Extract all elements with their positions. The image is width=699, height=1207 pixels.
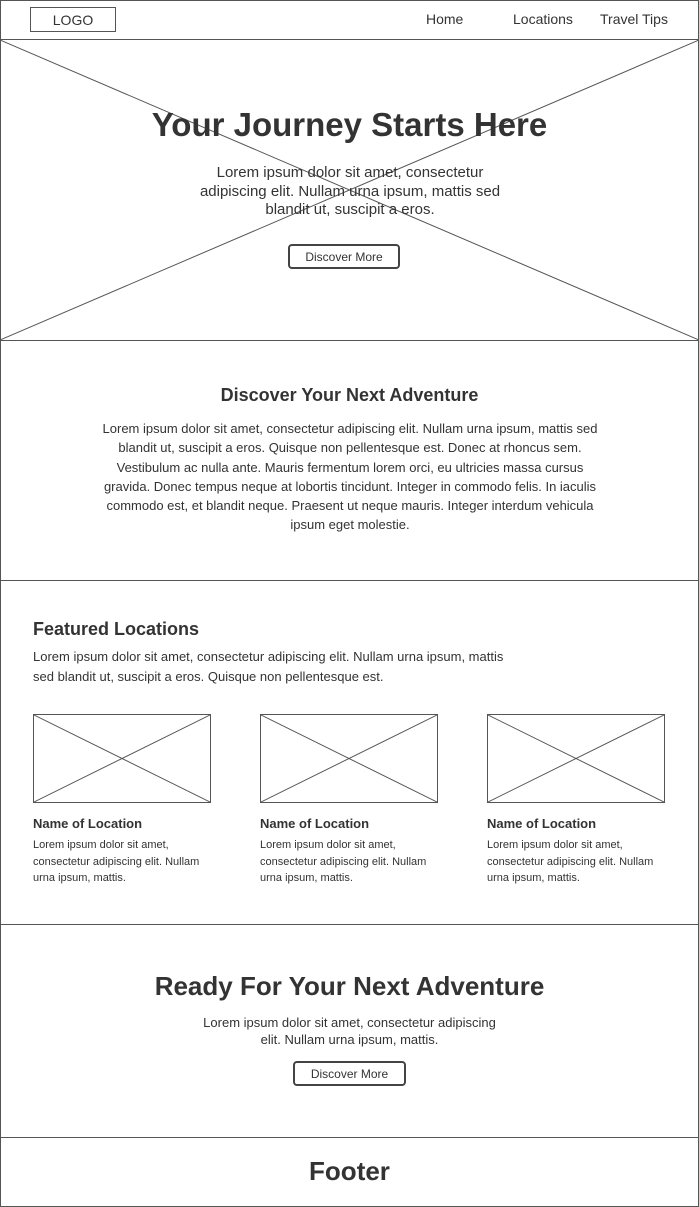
hero-title: Your Journey Starts Here <box>151 106 548 143</box>
intro-section: Discover Your Next Adventure Lorem ipsum… <box>0 341 699 581</box>
location-image-placeholder <box>260 714 438 803</box>
location-name: Name of Location <box>487 816 597 831</box>
site-footer: Footer <box>0 1138 699 1207</box>
nav-locations[interactable]: Locations <box>513 11 573 27</box>
location-description: Lorem ipsum dolor sit amet, consectetur … <box>33 839 200 884</box>
site-header: LOGO Home Locations Travel Tips <box>0 0 699 40</box>
location-name: Name of Location <box>33 816 143 831</box>
cta-section: Ready For Your Next Adventure Lorem ipsu… <box>0 925 699 1138</box>
cta-text: Lorem ipsum dolor sit amet, consectetur … <box>203 1015 496 1047</box>
footer-title: Footer <box>309 1156 390 1186</box>
location-description: Lorem ipsum dolor sit amet, consectetur … <box>260 839 427 884</box>
cta-discover-more-button[interactable]: Discover More <box>293 1061 406 1086</box>
intro-title: Discover Your Next Adventure <box>220 385 479 405</box>
hero-discover-more-button[interactable]: Discover More <box>288 244 400 269</box>
location-description: Lorem ipsum dolor sit amet, consectetur … <box>487 839 654 884</box>
hero-section: Your Journey Starts Here Lorem ipsum dol… <box>0 40 699 341</box>
location-image-placeholder <box>487 714 665 803</box>
nav-travel-tips[interactable]: Travel Tips <box>600 11 668 27</box>
location-image-placeholder <box>33 714 211 803</box>
nav-home[interactable]: Home <box>426 11 463 27</box>
featured-locations-section: Featured Locations Lorem ipsum dolor sit… <box>0 581 699 925</box>
featured-text: Lorem ipsum dolor sit amet, consectetur … <box>33 649 504 684</box>
cta-title: Ready For Your Next Adventure <box>154 971 545 1001</box>
hero-text: Lorem ipsum dolor sit amet, consectetur … <box>199 164 501 218</box>
intro-text: Lorem ipsum dolor sit amet, consectetur … <box>102 421 598 533</box>
logo[interactable]: LOGO <box>30 7 116 32</box>
location-name: Name of Location <box>260 816 370 831</box>
featured-title: Featured Locations <box>33 619 200 639</box>
